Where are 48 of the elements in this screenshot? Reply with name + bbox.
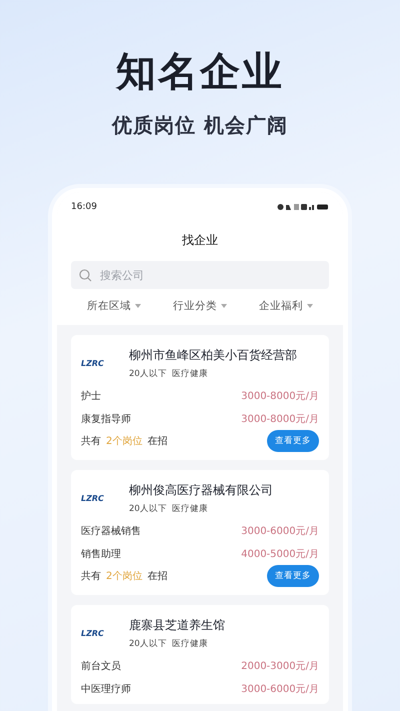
company-logo: LZRC [81, 629, 105, 638]
footer-label: 共有 [81, 570, 101, 583]
company-industry: 医疗健康 [172, 368, 208, 380]
company-size: 20人以下 [129, 638, 167, 650]
filter-dropdown[interactable]: 企业福利 [259, 299, 313, 313]
footer-label: 共有 [81, 434, 101, 448]
company-logo: LZRC [81, 359, 105, 368]
job-salary: 2000-3000元/月 [241, 660, 319, 673]
job-title: 销售助理 [81, 548, 121, 561]
position-count: 2个岗位 [106, 434, 142, 448]
job-title: 护士 [81, 390, 101, 403]
job-salary: 3000-6000元/月 [241, 525, 319, 538]
filter-dropdown[interactable]: 行业分类 [173, 299, 227, 313]
job-title: 康复指导师 [81, 412, 131, 426]
job-salary: 4000-5000元/月 [241, 548, 319, 561]
company-name: 鹿寨县芝道养生馆 [129, 617, 225, 634]
view-more-button[interactable]: 查看更多 [267, 565, 319, 587]
caret-icon [307, 304, 313, 308]
job-salary: 3000-6000元/月 [241, 683, 319, 696]
company-size: 20人以下 [129, 503, 167, 515]
view-more-button[interactable]: 查看更多 [267, 430, 319, 452]
footer-label: 在招 [147, 570, 168, 583]
caret-icon [221, 304, 227, 308]
headline: 知名企业 [116, 48, 284, 96]
search-field[interactable]: 搜索公司 [71, 261, 329, 289]
company-logo: LZRC [81, 494, 105, 503]
search-icon [79, 268, 92, 282]
company-card[interactable]: LZRC 柳州市鱼峰区柏美小百货经营部 20人以下 医疗健康 护士 3000-8000元/月 康复指导师 3000-8000元/月 共有 2个岗位 在招 查看更多 [71, 335, 329, 460]
position-count: 2个岗位 [106, 570, 142, 583]
job-title: 前台文员 [81, 660, 121, 673]
status-icons-drawing [277, 203, 329, 211]
page-title: 找企业 [181, 232, 219, 249]
company-industry: 医疗健康 [172, 638, 208, 650]
job-salary: 3000-8000元/月 [241, 390, 319, 403]
status-time: 16:09 [71, 202, 97, 212]
job-title: 医疗器械销售 [81, 524, 141, 538]
company-industry: 医疗健康 [172, 503, 208, 515]
job-salary: 3000-8000元/月 [241, 413, 319, 426]
company-name: 柳州市鱼峰区柏美小百货经营部 [129, 347, 297, 364]
caret-icon [135, 304, 141, 308]
company-size: 20人以下 [129, 368, 167, 380]
job-title: 中医理疗师 [81, 682, 131, 696]
footer-label: 在招 [147, 434, 168, 448]
subtitle: 优质岗位 机会广阔 [112, 112, 288, 139]
company-name: 柳州俊高医疗器械有限公司 [129, 482, 273, 499]
company-card[interactable]: LZRC 鹿寨县芝道养生馆 20人以下 医疗健康 前台文员 2000-3000元/月 中医理疗师 3000-6000元/月 [71, 605, 329, 704]
filter-dropdown[interactable]: 所在区域 [87, 299, 141, 313]
company-card[interactable]: LZRC 柳州俊高医疗器械有限公司 20人以下 医疗健康 医疗器械销售 3000-6000元/月 销售助理 4000-5000元/月 共有 2个岗位 在招 查看更多 [71, 470, 329, 595]
